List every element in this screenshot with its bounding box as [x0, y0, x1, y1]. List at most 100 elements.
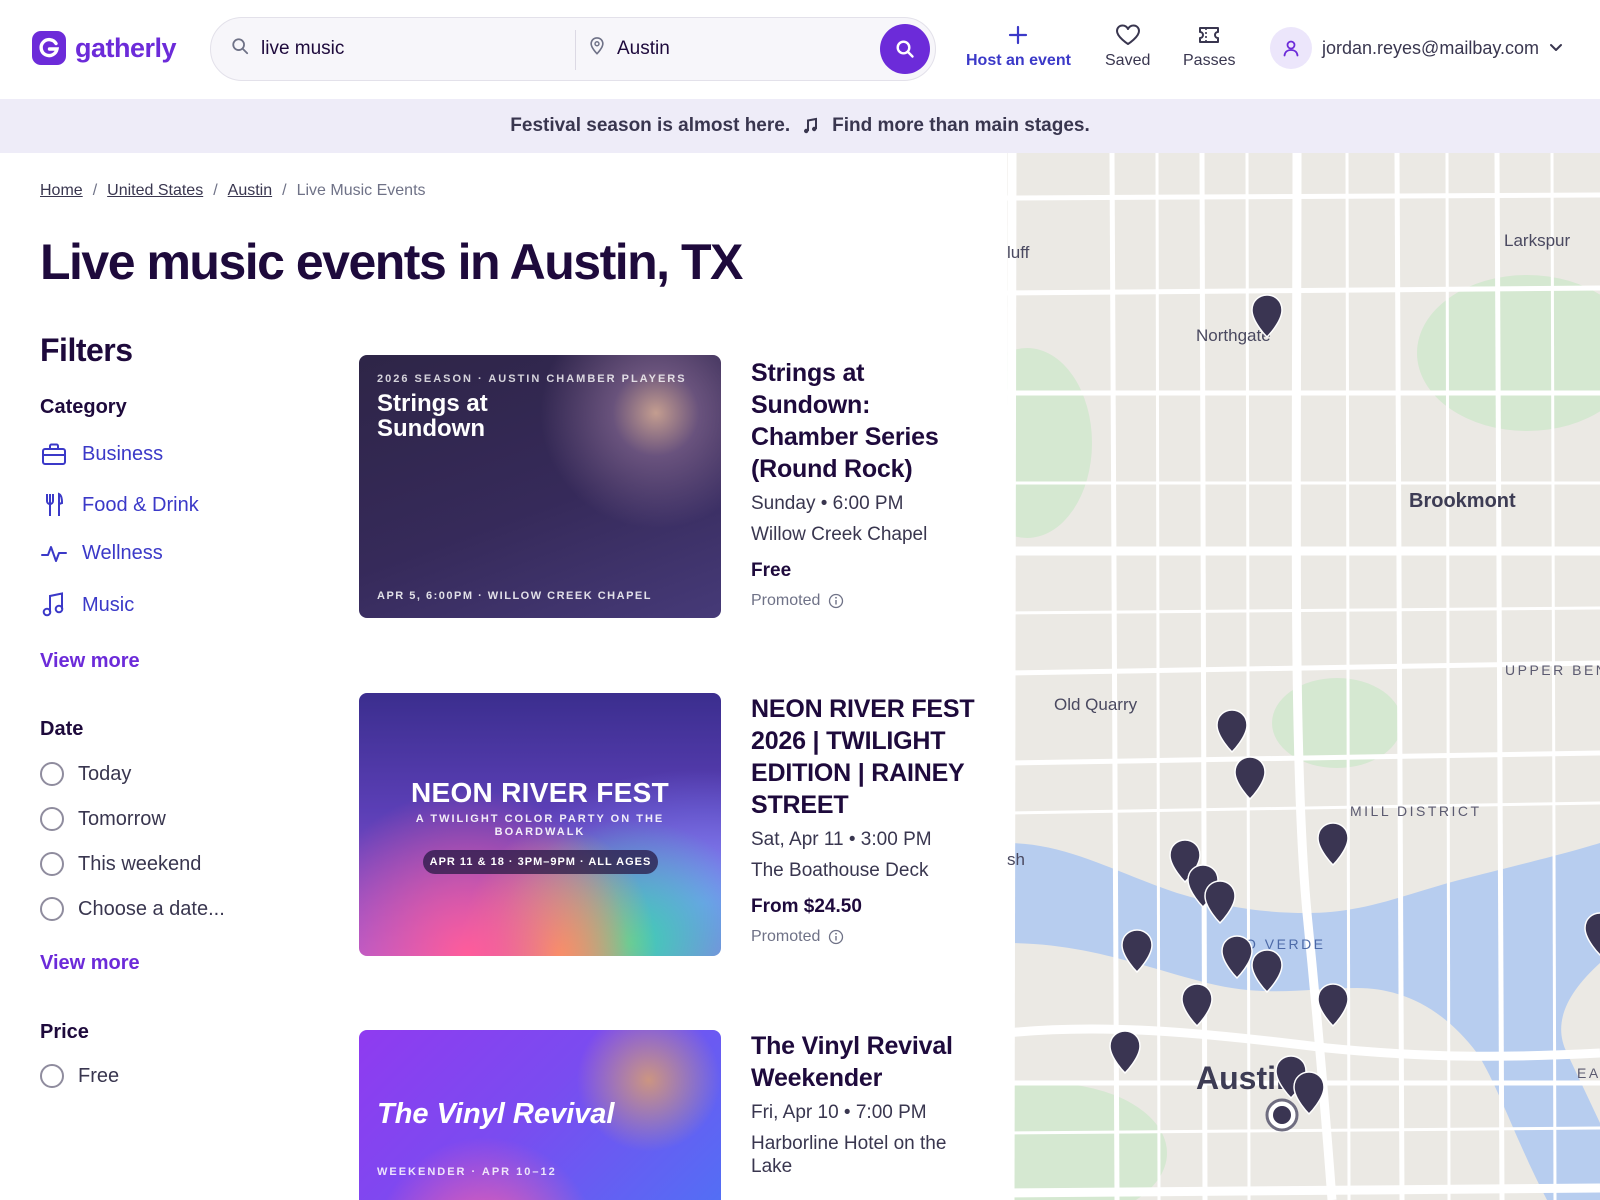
event-datetime: Sat, Apr 11 • 3:00 PM [751, 829, 932, 850]
logo[interactable]: gatherly [32, 31, 177, 65]
category-wellness[interactable]: Wellness [40, 542, 163, 565]
map-label-sh: sh [1007, 850, 1025, 869]
header: gatherly live music Austin Host an event… [0, 0, 1600, 99]
date-option-choose[interactable]: Choose a date... [40, 897, 225, 921]
breadcrumb-separator: / [213, 182, 218, 199]
map-label-northgate: Northgate [1196, 326, 1271, 345]
banner-text-2: Find more than main stages. [832, 115, 1090, 136]
event-venue: Willow Creek Chapel [751, 524, 928, 545]
map-label-bluff: luff [1007, 243, 1030, 262]
date-view-more[interactable]: View more [40, 952, 140, 975]
image-bottom-tag: APR 5, 6:00PM · WILLOW CREEK CHAPEL [377, 590, 652, 602]
promoted-label: Promoted [751, 592, 981, 610]
event-title[interactable]: Strings at Sundown: Chamber Series (Roun… [751, 357, 981, 485]
date-option-label: This weekend [78, 852, 202, 875]
passes-label: Passes [1183, 52, 1236, 69]
breadcrumb-home[interactable]: Home [40, 182, 83, 200]
event-datetime: Sunday • 6:00 PM [751, 493, 904, 514]
image-date-pill: APR 11 & 18 · 3PM–9PM · ALL AGES [423, 850, 658, 874]
event-image[interactable]: NEON RIVER FEST A TWILIGHT COLOR PARTY O… [359, 693, 721, 956]
logo-mark-icon [32, 31, 66, 65]
category-music[interactable]: Music [40, 592, 134, 618]
host-event-label: Host an event [966, 52, 1071, 69]
utensils-icon [40, 492, 68, 518]
event-title[interactable]: NEON RIVER FEST 2026 | TWILIGHT EDITION … [751, 693, 981, 821]
event-price: From $24.50 [751, 896, 862, 917]
banner-text-1: Festival season is almost here. [510, 115, 791, 136]
search-button-icon [896, 40, 914, 58]
search-query-field[interactable]: live music [231, 18, 344, 80]
promo-banner[interactable]: Festival season is almost here. Find mor… [0, 99, 1600, 153]
avatar [1270, 27, 1312, 69]
map-label-brookmont: Brookmont [1409, 490, 1516, 512]
image-title: NEON RIVER FEST [410, 777, 670, 808]
radio-button[interactable] [40, 1064, 64, 1088]
park-area [1007, 348, 1092, 538]
radio-button[interactable] [40, 897, 64, 921]
search-button[interactable] [880, 24, 930, 74]
breadcrumb-country[interactable]: United States [107, 182, 203, 200]
user-menu[interactable]: jordan.reyes@mailbay.com [1270, 27, 1563, 69]
user-email: jordan.reyes@mailbay.com [1322, 37, 1540, 58]
breadcrumb-current: Live Music Events [296, 182, 426, 199]
category-wellness-label: Wellness [82, 542, 163, 564]
heart-icon [1115, 24, 1140, 45]
event-card-info: Strings at Sundown: Chamber Series (Roun… [751, 357, 981, 610]
saved-link[interactable]: Saved [1105, 24, 1150, 70]
info-icon[interactable] [828, 929, 844, 945]
park-area [1007, 1083, 1167, 1200]
host-event-link[interactable]: Host an event [966, 24, 1071, 70]
event-price: Free [751, 560, 792, 581]
chevron-down-icon [1550, 44, 1563, 51]
breadcrumb: Home / United States / Austin / Live Mus… [40, 182, 426, 200]
category-view-more[interactable]: View more [40, 650, 140, 673]
map-label-larkspur: Larkspur [1504, 231, 1571, 250]
event-card-info: The Vinyl Revival Weekender Fri, Apr 10 … [751, 1030, 981, 1178]
map-label-upper: UPPER BEN [1505, 662, 1600, 678]
search-input[interactable]: live music [261, 38, 344, 60]
map-label-verde: O VERDE [1245, 936, 1326, 952]
date-option-today[interactable]: Today [40, 762, 131, 786]
location-field[interactable]: Austin [589, 18, 670, 80]
image-subtitle: A TWILIGHT COLOR PARTY ON THE BOARDWALK [415, 813, 665, 838]
events-map[interactable]: luff Larkspur Northgate Brookmont UPPER … [1007, 153, 1600, 1200]
location-input[interactable]: Austin [617, 38, 670, 60]
event-venue: The Boathouse Deck [751, 860, 929, 881]
radio-button[interactable] [40, 807, 64, 831]
promoted-text: Promoted [751, 592, 821, 609]
logo-text: gatherly [75, 32, 177, 63]
event-title[interactable]: The Vinyl Revival Weekender [751, 1030, 981, 1094]
map-label-austin: Austin [1196, 1060, 1296, 1096]
passes-link[interactable]: Passes [1183, 24, 1235, 70]
saved-label: Saved [1105, 52, 1151, 69]
radio-button[interactable] [40, 762, 64, 786]
date-option-tomorrow[interactable]: Tomorrow [40, 807, 166, 831]
date-option-label: Tomorrow [78, 807, 166, 830]
radio-button[interactable] [40, 852, 64, 876]
price-title: Price [40, 1021, 89, 1043]
event-card-info: NEON RIVER FEST 2026 | TWILIGHT EDITION … [751, 693, 981, 946]
price-option-free[interactable]: Free [40, 1064, 119, 1088]
category-food-drink[interactable]: Food & Drink [40, 492, 199, 518]
info-icon[interactable] [828, 593, 844, 609]
event-image[interactable]: The Vinyl Revival WEEKENDER · APR 10–12 [359, 1030, 721, 1200]
breadcrumb-city[interactable]: Austin [228, 182, 272, 200]
search-icon [231, 37, 249, 61]
ticket-icon [1199, 27, 1220, 43]
date-option-weekend[interactable]: This weekend [40, 852, 201, 876]
promoted-label: Promoted [751, 928, 981, 946]
category-title: Category [40, 396, 127, 418]
event-venue: Harborline Hotel on the Lake [751, 1133, 947, 1177]
price-option-label: Free [78, 1064, 120, 1087]
category-business[interactable]: Business [40, 442, 163, 466]
briefcase-icon [40, 442, 68, 466]
filters-title: Filters [40, 332, 133, 368]
image-top-tag: 2026 SEASON · AUSTIN CHAMBER PLAYERS [377, 373, 687, 385]
date-option-label: Choose a date... [78, 897, 225, 920]
category-business-label: Business [82, 442, 164, 465]
music-note-icon [804, 117, 818, 134]
image-subtitle: WEEKENDER · APR 10–12 [377, 1166, 557, 1178]
image-title: The Vinyl Revival [377, 1098, 615, 1130]
date-title: Date [40, 718, 84, 740]
event-image[interactable]: 2026 SEASON · AUSTIN CHAMBER PLAYERS Str… [359, 355, 721, 618]
